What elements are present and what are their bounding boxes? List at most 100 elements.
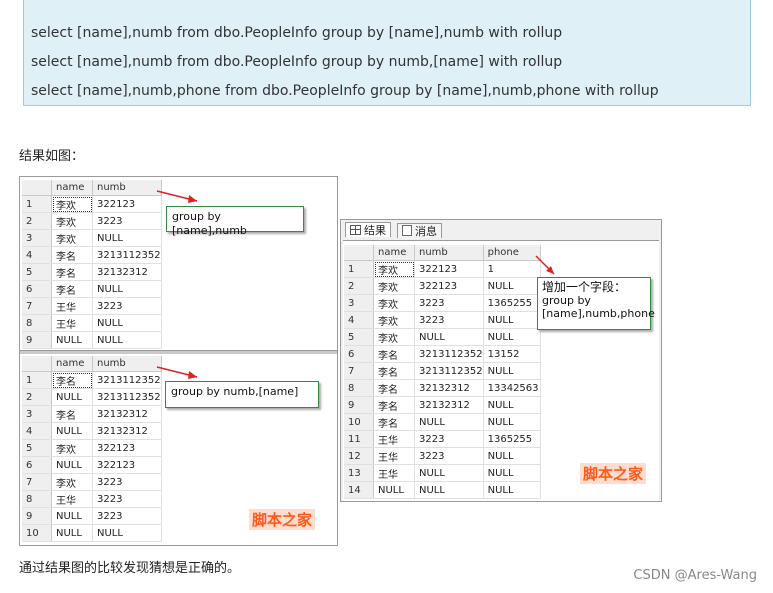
table-cell[interactable]: 3223: [414, 447, 484, 465]
table-cell[interactable]: NULL: [51, 388, 93, 406]
table-cell[interactable]: NULL: [414, 413, 484, 431]
table-row[interactable]: 4 李欢 3223 NULL: [344, 311, 541, 329]
column-header[interactable]: numb: [414, 245, 484, 261]
table-cell[interactable]: 李名: [373, 396, 415, 414]
table-cell[interactable]: 32132312: [414, 396, 484, 414]
table-cell[interactable]: 李名: [373, 413, 415, 431]
row-number[interactable]: 7: [22, 473, 52, 491]
table-row[interactable]: 14 NULL NULL NULL: [344, 481, 541, 499]
table-row[interactable]: 3 李欢 3223 1365255: [344, 294, 541, 312]
table-cell[interactable]: 李名: [373, 345, 415, 363]
table-cell[interactable]: NULL: [92, 314, 162, 332]
row-number[interactable]: 9: [22, 331, 52, 349]
table-cell[interactable]: 李名: [51, 405, 93, 423]
table-row[interactable]: 6 NULL 322123: [22, 456, 162, 474]
column-header[interactable]: name: [373, 245, 415, 261]
table-cell[interactable]: 3213112352: [414, 362, 484, 380]
table-cell[interactable]: 13342563: [483, 379, 541, 397]
row-number[interactable]: 2: [22, 212, 52, 230]
table-cell[interactable]: NULL: [414, 328, 484, 346]
column-header[interactable]: name: [51, 180, 93, 196]
table-cell[interactable]: 3223: [414, 430, 484, 448]
row-number[interactable]: 13: [344, 464, 374, 482]
row-number[interactable]: 8: [344, 379, 374, 397]
table-row[interactable]: 2 NULL 3213112352: [22, 388, 162, 406]
table-cell[interactable]: 3223: [92, 212, 162, 230]
row-number[interactable]: 10: [22, 524, 52, 542]
table-cell[interactable]: NULL: [51, 524, 93, 542]
table-cell[interactable]: 李名: [51, 371, 93, 389]
table-cell[interactable]: 322123: [92, 439, 162, 457]
table-row[interactable]: 13 王华 NULL NULL: [344, 464, 541, 482]
row-number[interactable]: 3: [22, 229, 52, 247]
row-number[interactable]: 5: [344, 328, 374, 346]
row-number[interactable]: 4: [22, 246, 52, 264]
table-cell[interactable]: 王华: [51, 490, 93, 508]
table-row[interactable]: 8 李名 32132312 13342563: [344, 379, 541, 397]
row-number[interactable]: 14: [344, 481, 374, 499]
column-header[interactable]: phone: [483, 245, 541, 261]
table-cell[interactable]: 李欢: [51, 229, 93, 247]
row-number[interactable]: 1: [22, 195, 52, 213]
table-cell[interactable]: NULL: [483, 328, 541, 346]
row-number[interactable]: 12: [344, 447, 374, 465]
table-row[interactable]: 7 李欢 3223: [22, 473, 162, 491]
table-cell[interactable]: 3213112352: [92, 371, 162, 389]
table-row[interactable]: 5 李欢 NULL NULL: [344, 328, 541, 346]
table-cell[interactable]: 3213112352: [414, 345, 484, 363]
table-row[interactable]: 3 李名 32132312: [22, 405, 162, 423]
row-number[interactable]: 2: [22, 388, 52, 406]
table-cell[interactable]: 李名: [51, 246, 93, 264]
row-number[interactable]: 7: [344, 362, 374, 380]
table-cell[interactable]: 李欢: [373, 277, 415, 295]
table-cell[interactable]: 李欢: [51, 212, 93, 230]
table-cell[interactable]: NULL: [483, 447, 541, 465]
table-row[interactable]: 5 李欢 322123: [22, 439, 162, 457]
table-cell[interactable]: NULL: [483, 464, 541, 482]
table-cell[interactable]: 李欢: [51, 195, 93, 213]
table-row[interactable]: 2 李欢 322123 NULL: [344, 277, 541, 295]
row-number[interactable]: 7: [22, 297, 52, 315]
row-number[interactable]: 11: [344, 430, 374, 448]
table-cell[interactable]: NULL: [414, 464, 484, 482]
table-cell[interactable]: 1365255: [483, 294, 541, 312]
table-cell[interactable]: 322123: [92, 456, 162, 474]
table-cell[interactable]: 322123: [414, 277, 484, 295]
tab-messages[interactable]: 消息: [397, 223, 442, 238]
table-cell[interactable]: 王华: [373, 430, 415, 448]
table-row[interactable]: 1 李欢 322123: [22, 195, 162, 213]
row-number-header[interactable]: [22, 180, 52, 196]
row-number[interactable]: 8: [22, 314, 52, 332]
table-cell[interactable]: NULL: [483, 362, 541, 380]
row-number[interactable]: 6: [22, 280, 52, 298]
table-cell[interactable]: 3223: [414, 311, 484, 329]
table-cell[interactable]: 李名: [51, 280, 93, 298]
table-row[interactable]: 9 NULL NULL: [22, 331, 162, 349]
column-header[interactable]: numb: [92, 356, 162, 372]
table-cell[interactable]: 322123: [92, 195, 162, 213]
table-row[interactable]: 8 王华 NULL: [22, 314, 162, 332]
table-cell[interactable]: NULL: [92, 524, 162, 542]
table-cell[interactable]: 李名: [373, 362, 415, 380]
table-cell[interactable]: 李欢: [373, 260, 415, 278]
table-cell[interactable]: 李欢: [51, 473, 93, 491]
row-number[interactable]: 4: [22, 422, 52, 440]
row-number-header[interactable]: [22, 356, 52, 372]
table-cell[interactable]: NULL: [51, 507, 93, 525]
row-number[interactable]: 5: [22, 439, 52, 457]
table-cell[interactable]: NULL: [483, 311, 541, 329]
table-cell[interactable]: 32132312: [414, 379, 484, 397]
table-row[interactable]: 4 李名 3213112352: [22, 246, 162, 264]
table-cell[interactable]: 3213112352: [92, 246, 162, 264]
table-cell[interactable]: NULL: [414, 481, 484, 499]
table-cell[interactable]: 李欢: [373, 311, 415, 329]
table-row[interactable]: 1 李欢 322123 1: [344, 260, 541, 278]
table-row[interactable]: 10 NULL NULL: [22, 524, 162, 542]
table-cell[interactable]: 李欢: [51, 439, 93, 457]
column-header[interactable]: name: [51, 356, 93, 372]
table-cell[interactable]: 1: [483, 260, 541, 278]
table-cell[interactable]: NULL: [92, 229, 162, 247]
table-cell[interactable]: 32132312: [92, 422, 162, 440]
table-cell[interactable]: NULL: [483, 481, 541, 499]
table-cell[interactable]: NULL: [92, 331, 162, 349]
